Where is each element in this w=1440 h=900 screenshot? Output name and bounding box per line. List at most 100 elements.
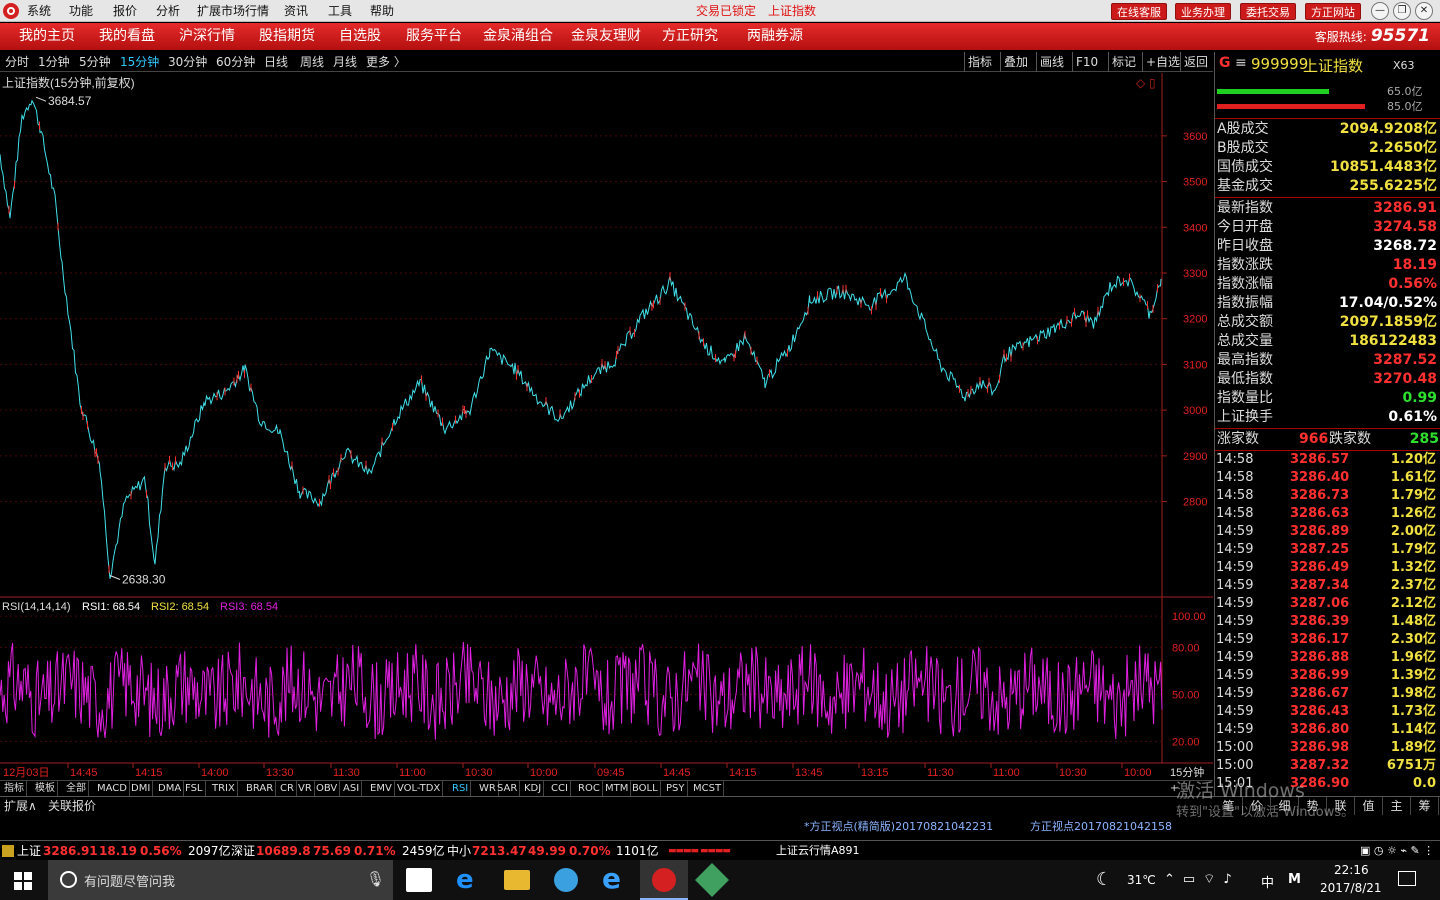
clock-time[interactable]: 22:16 <box>1334 863 1369 877</box>
indicator---[interactable]: 全部 <box>64 781 89 797</box>
related-quote-tab[interactable]: 关联报价 <box>48 797 96 815</box>
close-icon[interactable]: ✕ <box>1415 2 1433 20</box>
indicator-emv[interactable]: EMV <box>368 781 395 797</box>
tool-back[interactable]: 返回 <box>1180 52 1211 72</box>
menu-tools[interactable]: 工具 <box>328 0 352 22</box>
tick-time: 14:58 <box>1216 506 1254 521</box>
expand-tab[interactable]: 扩展∧ <box>4 797 37 815</box>
notification-icon[interactable] <box>1398 871 1416 886</box>
founder-app-taskbar[interactable] <box>640 860 688 900</box>
status-tray-icons[interactable]: ▣ ◷ ☼ ⌁ ✎ ⋮ <box>1360 841 1434 861</box>
website-button[interactable]: 方正网站 <box>1305 3 1361 20</box>
tf-intraday[interactable]: 分时 <box>5 52 29 72</box>
indicator-macd[interactable]: MACD <box>95 781 130 797</box>
tf-1min[interactable]: 1分钟 <box>38 52 70 72</box>
indicator-vol-tdx[interactable]: VOL-TDX <box>395 781 444 797</box>
menu-system[interactable]: 系统 <box>27 0 51 22</box>
tool-indicator[interactable]: 指标 <box>964 52 995 72</box>
clock-date[interactable]: 2017/8/21 <box>1320 881 1382 895</box>
ie-icon[interactable]: e <box>602 864 621 894</box>
indicator-rsi[interactable]: RSI <box>450 781 472 797</box>
tf-monthly[interactable]: 月线 <box>333 52 357 72</box>
business-button[interactable]: 业务办理 <box>1175 3 1231 20</box>
news-item-2[interactable]: 方正视点20170821042158 <box>1030 818 1172 836</box>
ime-mode-icon[interactable]: M <box>1288 872 1301 887</box>
tf-daily[interactable]: 日线 <box>264 52 288 72</box>
indicator-kdj[interactable]: KDJ <box>522 781 545 797</box>
microphone-icon[interactable]: 🎙 <box>366 870 385 888</box>
quote-value: 0.56% <box>1388 276 1437 292</box>
entrust-trade-button[interactable]: 委托交易 <box>1240 3 1296 20</box>
cloud-quote[interactable]: 上证云行情A891 <box>776 841 860 861</box>
indicator---[interactable]: 模板 <box>33 781 58 797</box>
restore-icon[interactable]: ❐ <box>1393 2 1411 20</box>
indicator-boll[interactable]: BOLL <box>630 781 661 797</box>
nav-finance[interactable]: 金泉友理财 <box>571 23 641 50</box>
indicator-vr[interactable]: VR <box>296 781 315 797</box>
tool-overlay[interactable]: 叠加 <box>1000 52 1031 72</box>
minimize-icon[interactable]: — <box>1371 2 1389 20</box>
online-service-button[interactable]: 在线客服 <box>1111 3 1167 20</box>
panel-menu-icon[interactable]: ≡ <box>1235 55 1247 71</box>
browser-icon[interactable] <box>554 868 578 892</box>
ime-indicator[interactable]: 中 <box>1261 872 1274 891</box>
price-chart[interactable]: 3600 3500 3400 3300 3200 3100 3000 2900 2800 上证指… <box>0 73 1213 788</box>
search-box[interactable]: 有问题尽管问我 🎙 <box>48 860 393 900</box>
indicator-fsl[interactable]: FSL <box>183 781 206 797</box>
tick-price: 3287.25 <box>1290 542 1350 557</box>
panel-tab-7[interactable]: 筹 <box>1411 797 1439 815</box>
indicator-dmi[interactable]: DMI <box>129 781 154 797</box>
menu-quote[interactable]: 报价 <box>113 0 137 22</box>
nav-hs-market[interactable]: 沪深行情 <box>179 23 235 50</box>
tf-more[interactable]: 更多 〉 <box>366 52 406 72</box>
indicator-sar[interactable]: SAR <box>495 781 521 797</box>
tray-icons[interactable]: ⌃▭⌔♪ <box>1164 871 1240 887</box>
menu-help[interactable]: 帮助 <box>370 0 394 22</box>
nav-service[interactable]: 服务平台 <box>406 23 462 50</box>
menu-ext-market[interactable]: 扩展市场行情 <box>197 0 269 22</box>
nav-watchlist[interactable]: 自选股 <box>339 23 381 50</box>
indicator-trix[interactable]: TRIX <box>210 781 238 797</box>
nav-home[interactable]: 我的主页 <box>19 23 75 50</box>
windows-start-icon[interactable] <box>14 872 32 890</box>
tf-30min[interactable]: 30分钟 <box>168 52 207 72</box>
news-item-1[interactable]: *方正视点(精简版)20170821042231 <box>804 818 993 836</box>
tf-weekly[interactable]: 周线 <box>300 52 324 72</box>
tool-draw[interactable]: 画线 <box>1036 52 1067 72</box>
indicator-mtm[interactable]: MTM <box>603 781 632 797</box>
nav-research[interactable]: 方正研究 <box>662 23 718 50</box>
chart-settings-icon[interactable]: ◇ ▯ <box>1136 76 1156 90</box>
quote-label: 指数涨幅 <box>1217 276 1273 292</box>
menu-function[interactable]: 功能 <box>69 0 93 22</box>
tool-add-watch[interactable]: +自选 <box>1142 52 1183 72</box>
indicator-obv[interactable]: OBV <box>314 781 341 797</box>
tick-volume: 1.26亿 <box>1390 506 1436 521</box>
indicator-asi[interactable]: ASI <box>341 781 363 797</box>
tf-5min[interactable]: 5分钟 <box>79 52 111 72</box>
store-icon[interactable] <box>406 868 432 892</box>
indicator-dma[interactable]: DMA <box>156 781 185 797</box>
indicator-cr[interactable]: CR <box>278 781 297 797</box>
edge-icon[interactable]: e <box>456 866 474 894</box>
indicator-cci[interactable]: CCI <box>549 781 571 797</box>
explorer-icon[interactable] <box>504 870 530 890</box>
indicator-brar[interactable]: BRAR <box>244 781 277 797</box>
indicator-mcst[interactable]: MCST <box>691 781 725 797</box>
menu-analysis[interactable]: 分析 <box>156 0 180 22</box>
panel-tab-6[interactable]: 主 <box>1383 797 1411 815</box>
tf-60min[interactable]: 60分钟 <box>216 52 255 72</box>
nav-margin[interactable]: 两融券源 <box>747 23 803 50</box>
nav-my-board[interactable]: 我的看盘 <box>99 23 155 50</box>
panel-tab-5[interactable]: 值 <box>1355 797 1383 815</box>
nav-portfolio[interactable]: 金泉涌组合 <box>483 23 553 50</box>
tool-mark[interactable]: 标记 <box>1108 52 1139 72</box>
quote-row: 总成交额 2097.1859亿 <box>1217 313 1437 332</box>
tool-f10[interactable]: F10 <box>1072 52 1101 72</box>
indicator---[interactable]: 指标 <box>2 781 27 797</box>
green-app-icon[interactable] <box>695 863 729 897</box>
nav-futures[interactable]: 股指期货 <box>259 23 315 50</box>
tf-15min[interactable]: 15分钟 <box>120 52 159 72</box>
indicator-psy[interactable]: PSY <box>664 781 688 797</box>
indicator-roc[interactable]: ROC <box>576 781 603 797</box>
menu-info[interactable]: 资讯 <box>284 0 308 22</box>
